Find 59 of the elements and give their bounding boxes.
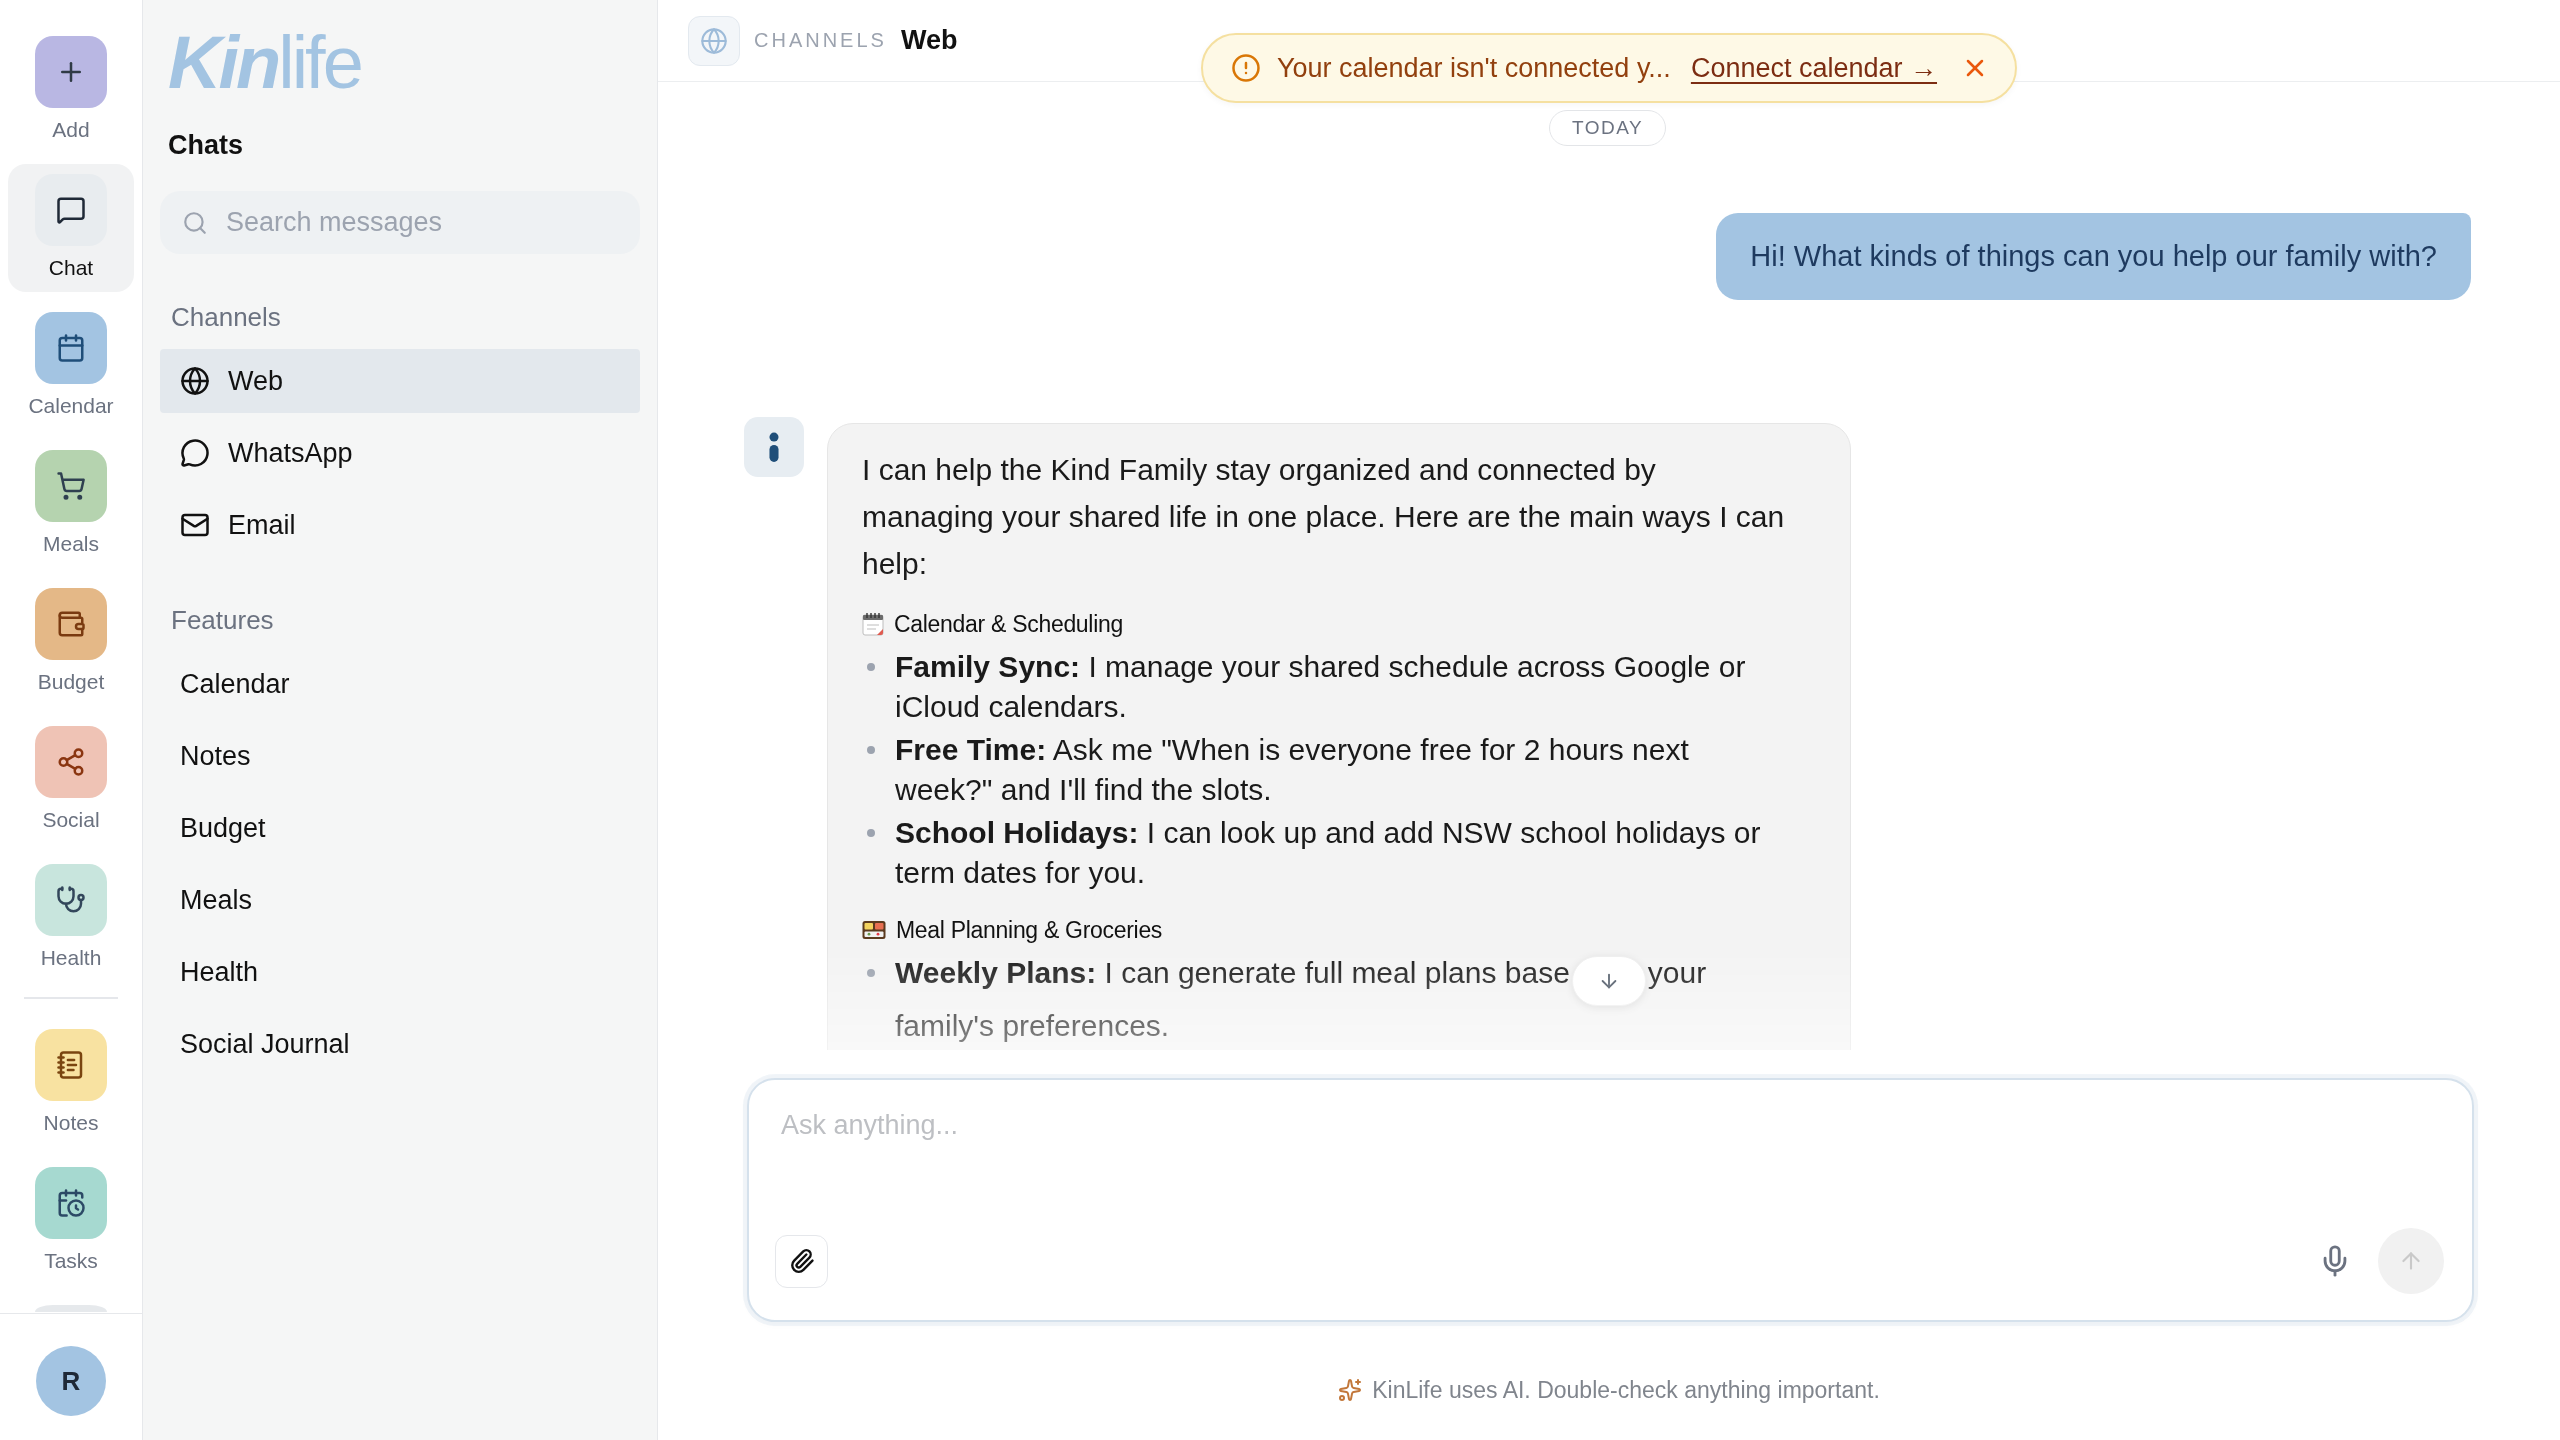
bullet-icon: [867, 663, 875, 671]
nav-item[interactable]: Meals: [8, 440, 134, 568]
nav-item[interactable]: Add: [8, 26, 134, 154]
alert-icon: [1231, 53, 1261, 83]
bullet-text: your: [1647, 955, 1707, 991]
bullet-icon: [867, 746, 875, 754]
user-avatar[interactable]: R: [36, 1346, 106, 1416]
calendar-icon: [862, 612, 884, 636]
sidebar-item[interactable]: Email: [160, 493, 640, 557]
bullet-text: Weekly Plans: I can generate full meal plans base: [895, 955, 1570, 991]
section-heading: Meal Planning & Groceries: [896, 916, 1163, 945]
kinlife-logo: Kinlife: [167, 22, 362, 104]
sidebar-item[interactable]: Budget: [160, 796, 640, 860]
message-text: I can help the Kind Family stay organized and connected by managing your shared life in one place. Here are the main ways I can help:: [862, 452, 1786, 582]
bento-box-icon: [862, 919, 886, 941]
search-input[interactable]: Search messages: [226, 207, 620, 238]
connect-calendar-link[interactable]: Connect calendar →: [1690, 52, 1937, 84]
sidebar-item[interactable]: Calendar: [160, 652, 640, 716]
search-icon: [182, 209, 208, 236]
group-heading: Channels: [171, 301, 281, 333]
nav-tile[interactable]: [35, 1305, 107, 1312]
bullet-icon: [867, 829, 875, 837]
speech-bubble-icon: [180, 438, 210, 468]
message-input[interactable]: Ask anything...: [775, 1102, 2444, 1228]
nav-item[interactable]: Calendar: [8, 302, 134, 430]
banner-message: Your calendar isn't connected y...: [1277, 52, 1671, 84]
attach-button[interactable]: [775, 1234, 828, 1288]
nav-item[interactable]: Tasks: [8, 1157, 134, 1285]
nav-item[interactable]: Chat: [8, 164, 134, 292]
info-icon: [744, 417, 804, 477]
globe-icon: [180, 366, 210, 396]
message-composer[interactable]: Ask anything...: [747, 1078, 2474, 1322]
section-heading: Calendar & Scheduling: [894, 610, 1123, 639]
search-field[interactable]: Search messages: [160, 191, 640, 254]
nav-item[interactable]: Budget: [8, 578, 134, 706]
sidebar-title: Chats: [168, 130, 243, 160]
sidebar-item[interactable]: Health: [160, 940, 640, 1004]
breadcrumb-label: CHANNELS: [754, 29, 887, 52]
bullet-text: family's preferences.: [895, 1008, 1171, 1044]
sidebar-item[interactable]: Meals: [160, 868, 640, 932]
globe-icon: [688, 15, 740, 66]
sparkle-icon: [1338, 1378, 1363, 1402]
bullet-text: Free Time: Ask me "When is everyone free for 2 hours next week?" and I'll find the slots.: [895, 732, 1690, 808]
bullet-text: Family Sync: I manage your shared schedule across Google or iCloud calendars.: [895, 649, 1747, 725]
paperclip-icon: [788, 1248, 815, 1274]
bullet-icon: [867, 969, 875, 977]
user-message: Hi! What kinds of things can you help our family with?: [1716, 213, 2471, 300]
sidebar-item[interactable]: WhatsApp: [160, 421, 640, 485]
date-divider: TODAY: [1548, 110, 1667, 146]
sidebar-item[interactable]: Social Journal: [160, 1012, 640, 1076]
group-heading: Features: [171, 604, 274, 636]
sidebar-item[interactable]: Notes: [160, 724, 640, 788]
nav-item[interactable]: Health: [8, 854, 134, 982]
nav-item[interactable]: Social: [8, 716, 134, 844]
nav-item[interactable]: Notes: [8, 1019, 134, 1147]
bullet-text: School Holidays: I can look up and add NSW school holidays or term dates for you.: [895, 815, 1762, 891]
sidebar-item[interactable]: Web: [160, 349, 640, 413]
ai-disclaimer: KinLife uses AI. Double-check anything important.: [1372, 1376, 1880, 1404]
page-title: Web: [900, 25, 958, 56]
